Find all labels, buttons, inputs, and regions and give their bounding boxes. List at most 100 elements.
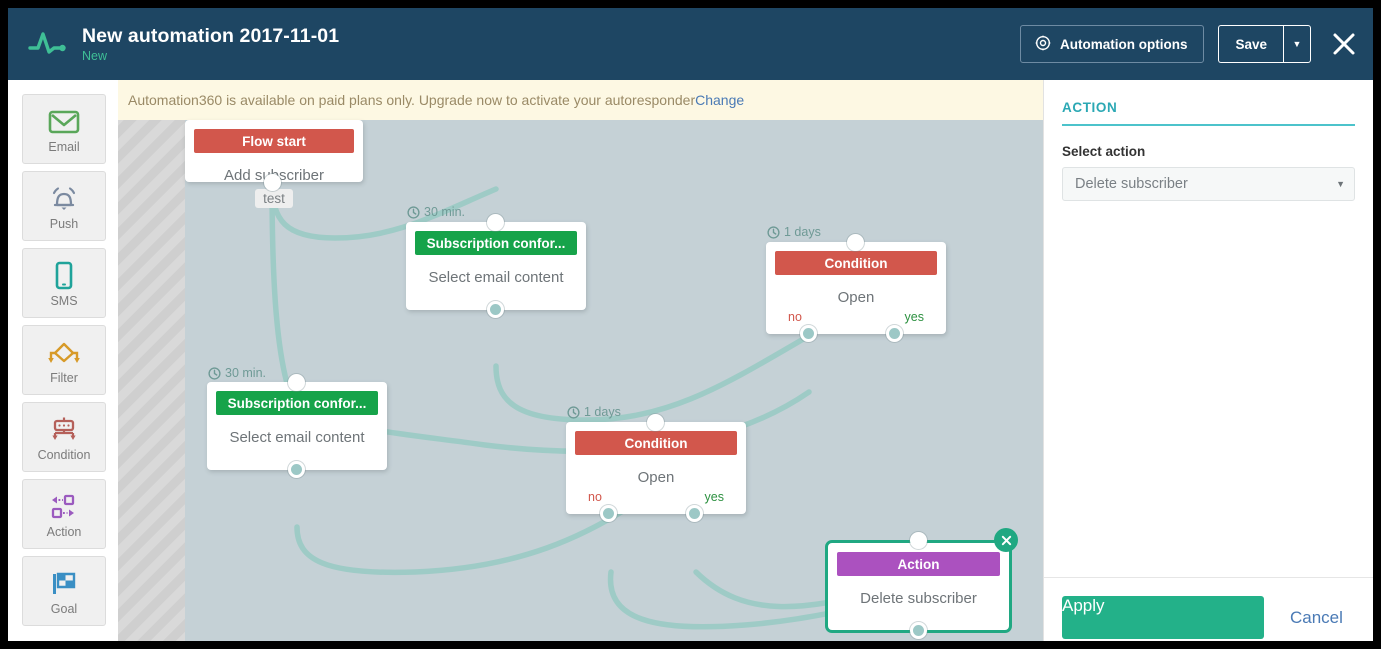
close-button[interactable] — [1327, 27, 1361, 61]
node-flow-start[interactable]: Flow start Add subscriber test — [185, 120, 363, 208]
node-header: Subscription confor... — [415, 231, 577, 255]
branch-no-label: no — [588, 490, 602, 504]
cancel-button[interactable]: Cancel — [1290, 608, 1343, 628]
node-output-port[interactable] — [910, 622, 927, 639]
flow-canvas[interactable]: Flow start Add subscriber test 30 min. S… — [185, 120, 1043, 641]
node-input-port[interactable] — [847, 234, 864, 251]
select-action-value: Delete subscriber — [1075, 176, 1188, 192]
tool-label: Push — [49, 216, 79, 231]
node-tag: test — [255, 189, 293, 208]
node-body: Select email content — [229, 429, 365, 446]
node-header: Subscription confor... — [216, 391, 378, 415]
tool-action[interactable]: Action — [22, 479, 106, 549]
tool-condition[interactable]: Condition — [22, 402, 106, 472]
status-badge: New — [82, 48, 108, 63]
panel-footer: Apply Cancel — [1044, 577, 1373, 641]
node-input-port[interactable] — [487, 214, 504, 231]
canvas-gutter — [118, 120, 185, 641]
upgrade-banner: Automation360 is available on paid plans… — [118, 80, 1043, 120]
branch-yes-label: yes — [904, 310, 924, 324]
clock-icon — [767, 225, 780, 239]
branch-no-label: no — [788, 310, 802, 324]
node-body: Delete subscriber — [860, 590, 977, 607]
node-delete-button[interactable] — [994, 528, 1018, 552]
envelope-icon — [48, 105, 80, 139]
node-action[interactable]: Action Delete subscriber — [825, 528, 1018, 639]
branch-yes-label: yes — [704, 490, 724, 504]
node-branch-labels: no yes — [566, 490, 746, 504]
node-header: Condition — [775, 251, 937, 275]
node-output-port[interactable] — [288, 461, 305, 478]
node-body: Open — [637, 469, 675, 486]
tool-label: SMS — [50, 293, 78, 308]
node-body: Select email content — [428, 269, 564, 286]
delay-text: 1 days — [584, 405, 621, 419]
select-action-wrapper: Delete subscriber ▼ — [1062, 167, 1355, 201]
flag-icon — [48, 567, 80, 601]
condition-icon — [48, 413, 80, 447]
panel-title: ACTION — [1062, 100, 1355, 126]
node-input-port[interactable] — [288, 374, 305, 391]
bell-icon — [48, 182, 80, 216]
apply-button[interactable]: Apply — [1062, 596, 1264, 639]
save-button-group: Save ▼ — [1218, 25, 1311, 63]
select-action-dropdown[interactable]: Delete subscriber — [1062, 167, 1355, 201]
close-icon — [1001, 535, 1011, 545]
node-condition-2[interactable]: Condition Open no yes — [566, 414, 746, 522]
node-email-2[interactable]: Subscription confor... Select email cont… — [207, 374, 387, 478]
delay-label-condition-2: 1 days — [567, 405, 621, 419]
tool-label: Action — [46, 524, 82, 539]
node-email-1[interactable]: Subscription confor... Select email cont… — [406, 214, 586, 318]
action-icon — [47, 490, 81, 524]
filter-icon — [47, 336, 81, 370]
save-dropdown-button[interactable]: ▼ — [1283, 25, 1311, 63]
delay-text: 1 days — [784, 225, 821, 239]
node-output-port-no[interactable] — [600, 505, 617, 522]
node-output-port-yes[interactable] — [686, 505, 703, 522]
tool-label: Filter — [50, 370, 78, 385]
tool-goal[interactable]: Goal — [22, 556, 106, 626]
tool-email[interactable]: Email — [22, 94, 106, 164]
delay-text: 30 min. — [424, 205, 465, 219]
app-header: New automation 2017-11-01 New Automation… — [8, 8, 1373, 80]
automation-options-button[interactable]: Automation options — [1019, 25, 1205, 63]
node-condition-1[interactable]: Condition Open no yes — [766, 234, 946, 342]
delay-text: 30 min. — [225, 366, 266, 380]
save-button[interactable]: Save — [1218, 25, 1283, 63]
tool-sms[interactable]: SMS — [22, 248, 106, 318]
clock-icon — [407, 205, 420, 219]
canvas-area: Automation360 is available on paid plans… — [118, 80, 1043, 641]
automation-options-label: Automation options — [1059, 36, 1188, 52]
node-header: Condition — [575, 431, 737, 455]
tool-push[interactable]: Push — [22, 171, 106, 241]
chevron-down-icon: ▼ — [1336, 179, 1345, 189]
clock-icon — [208, 366, 221, 380]
node-body: Open — [837, 289, 875, 306]
pulse-logo-icon — [18, 28, 76, 60]
node-output-port-no[interactable] — [800, 325, 817, 342]
tool-label: Goal — [50, 601, 78, 616]
delay-label-email-2: 30 min. — [208, 366, 266, 380]
node-output-port[interactable] — [487, 301, 504, 318]
tool-label: Email — [48, 139, 80, 154]
clock-icon — [567, 405, 580, 419]
chevron-down-icon: ▼ — [1292, 39, 1302, 49]
node-input-port[interactable] — [647, 414, 664, 431]
node-header: Flow start — [194, 129, 354, 153]
node-header: Action — [837, 552, 1000, 576]
node-input-port[interactable] — [910, 532, 927, 549]
close-icon — [1333, 33, 1355, 55]
automation-editor-window: New automation 2017-11-01 New Automation… — [0, 0, 1381, 649]
node-output-port-yes[interactable] — [886, 325, 903, 342]
properties-panel: ACTION Select action Delete subscriber ▼… — [1043, 80, 1373, 641]
select-action-label: Select action — [1062, 144, 1146, 159]
tool-filter[interactable]: Filter — [22, 325, 106, 395]
node-output-port[interactable] — [264, 174, 281, 191]
gear-icon — [1035, 35, 1051, 54]
phone-icon — [52, 259, 76, 293]
node-branch-labels: no yes — [766, 310, 946, 324]
delay-label-condition-1: 1 days — [767, 225, 821, 239]
upgrade-change-link[interactable]: Change — [695, 92, 744, 108]
page-title: New automation 2017-11-01 — [82, 24, 340, 47]
tool-label: Condition — [37, 447, 91, 462]
